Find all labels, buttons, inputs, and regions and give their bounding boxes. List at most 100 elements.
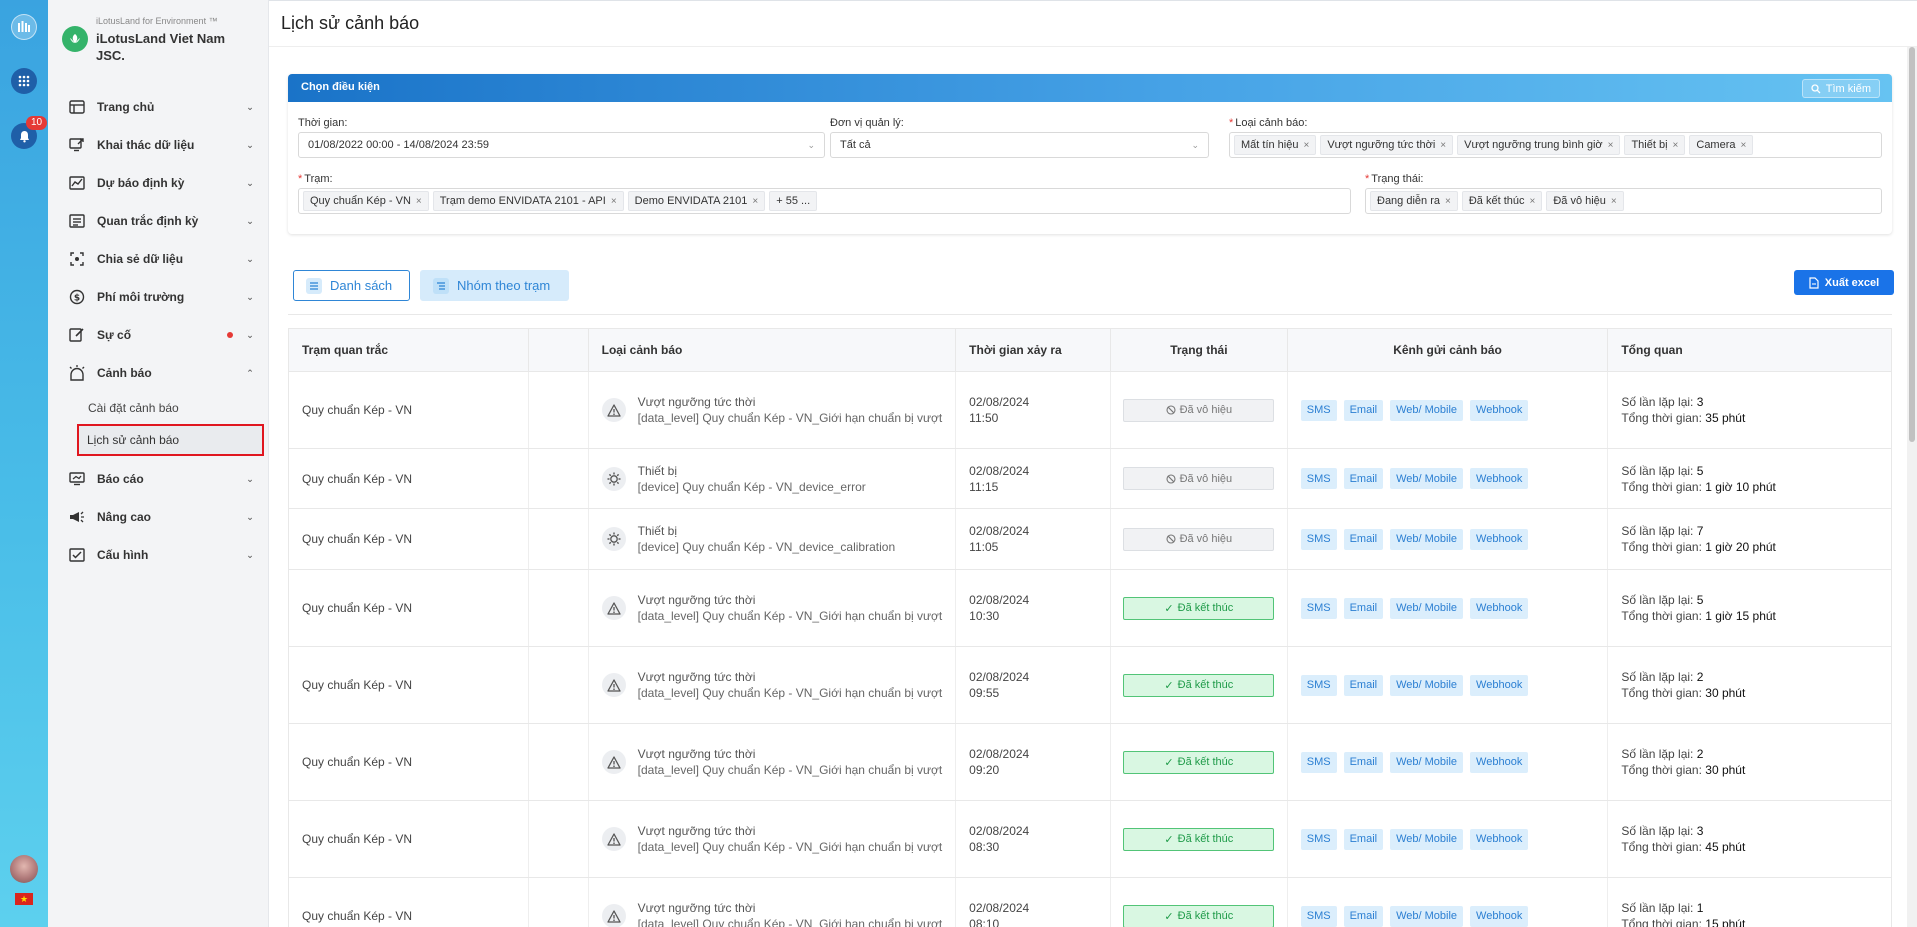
alert-type-tag[interactable]: Vượt ngưỡng trung bình giờ × xyxy=(1457,135,1621,155)
channel-tag[interactable]: Webhook xyxy=(1470,674,1529,696)
table-row[interactable]: Quy chuẩn Kép - VN Vượt ngưỡng tức thời [d… xyxy=(289,647,1891,724)
channel-tag[interactable]: Web/ Mobile xyxy=(1390,468,1464,489)
channel-tag[interactable]: Email xyxy=(1343,528,1384,550)
station-tag[interactable]: Trạm demo ENVIDATA 2101 - API × xyxy=(432,191,624,211)
alert-type-tag[interactable]: Thiết bị × xyxy=(1624,135,1686,155)
table-row[interactable]: Quy chuẩn Kép - VN Vượt ngưỡng tức thời [d… xyxy=(289,878,1891,927)
sidebar-item-incident[interactable]: Sự cố ⌄ xyxy=(48,316,269,354)
channel-tag[interactable]: Email xyxy=(1343,828,1384,850)
sidebar-item-environment-fee[interactable]: $ Phí môi trường ⌄ xyxy=(48,278,269,316)
close-icon[interactable]: × xyxy=(416,196,422,207)
channel-tag[interactable]: Web/ Mobile xyxy=(1390,751,1464,773)
channel-tag[interactable]: Email xyxy=(1343,399,1384,421)
occurred-date: 02/08/2024 xyxy=(969,463,1030,478)
language-flag-icon[interactable]: ★ xyxy=(15,893,33,905)
close-icon[interactable]: × xyxy=(1611,196,1617,207)
column-header[interactable]: Thời gian xảy ra xyxy=(956,329,1111,371)
alert-type-tag[interactable]: Camera × xyxy=(1689,135,1754,155)
channel-tag[interactable]: Webhook xyxy=(1470,597,1529,619)
station-multiselect[interactable]: Quy chuẩn Kép - VN × Trạm demo ENVIDATA 2… xyxy=(298,188,1351,214)
channel-tag[interactable]: Web/ Mobile xyxy=(1390,528,1464,550)
column-header[interactable]: Trạng thái xyxy=(1111,329,1288,371)
sidebar-item-config[interactable]: Cấu hình ⌄ xyxy=(48,536,269,574)
empty-cell xyxy=(529,509,589,569)
channel-tag[interactable]: Web/ Mobile xyxy=(1390,597,1464,619)
scrollbar-thumb[interactable] xyxy=(1909,47,1915,442)
table-row[interactable]: Quy chuẩn Kép - VN Vượt ngưỡng tức thời [d… xyxy=(289,570,1891,647)
status-multiselect[interactable]: Đang diễn ra × Đã kết thúc × Đã vô hiệu × xyxy=(1365,188,1882,214)
channel-tag[interactable]: Webhook xyxy=(1470,905,1529,927)
channel-tag[interactable]: Email xyxy=(1343,905,1384,927)
sidebar-item-home[interactable]: Trang chủ ⌄ xyxy=(48,88,269,126)
vertical-scrollbar[interactable] xyxy=(1907,47,1917,927)
column-header[interactable]: Kênh gửi cảnh báo xyxy=(1288,329,1609,371)
alert-type-tag[interactable]: Mất tín hiệu × xyxy=(1234,135,1317,155)
channel-tag[interactable]: SMS xyxy=(1300,828,1337,850)
table-row[interactable]: Quy chuẩn Kép - VN Thiết bị [device] Quy c… xyxy=(289,509,1891,570)
channel-tag[interactable]: Email xyxy=(1343,468,1384,489)
chevron-down-icon: ⌄ xyxy=(246,215,254,226)
channel-tag[interactable]: Email xyxy=(1343,751,1384,773)
close-icon[interactable]: × xyxy=(611,196,617,207)
channel-tag[interactable]: SMS xyxy=(1300,905,1337,927)
station-tag[interactable]: Demo ENVIDATA 2101 × xyxy=(627,191,766,211)
channel-tag[interactable]: SMS xyxy=(1300,468,1337,489)
close-icon[interactable]: × xyxy=(1440,140,1446,151)
app-logo-icon[interactable] xyxy=(11,14,37,40)
user-avatar[interactable] xyxy=(10,855,38,883)
channel-tag[interactable]: Email xyxy=(1343,674,1384,696)
channel-tag[interactable]: Webhook xyxy=(1470,528,1529,550)
time-range-picker[interactable]: 01/08/2022 00:00 - 14/08/2024 23:59 ⌄ xyxy=(298,132,825,158)
channel-tag[interactable]: Web/ Mobile xyxy=(1390,905,1464,927)
channel-tag[interactable]: Email xyxy=(1343,597,1384,619)
sidebar-subitem-alert-settings[interactable]: Cài đặt cảnh báo xyxy=(48,392,269,424)
list-view-button[interactable]: Danh sách xyxy=(293,270,410,301)
column-header[interactable]: Trạm quan trắc xyxy=(289,329,529,371)
sidebar-item-alerts[interactable]: Cảnh báo ⌃ xyxy=(48,354,269,392)
export-excel-button[interactable]: Xuất excel xyxy=(1794,270,1894,295)
unit-select[interactable]: Tất cả ⌄ xyxy=(830,132,1209,158)
channel-tag[interactable]: Web/ Mobile xyxy=(1390,399,1464,421)
channel-tag[interactable]: Webhook xyxy=(1470,468,1529,489)
sidebar-item-data-sharing[interactable]: Chia sẻ dữ liệu ⌄ xyxy=(48,240,269,278)
status-tag[interactable]: Đang diễn ra × xyxy=(1370,191,1458,211)
channel-tag[interactable]: Web/ Mobile xyxy=(1390,828,1464,850)
channel-tag[interactable]: SMS xyxy=(1300,597,1337,619)
channel-tag[interactable]: SMS xyxy=(1300,528,1337,550)
channel-tag[interactable]: Webhook xyxy=(1470,751,1529,773)
sidebar-item-reports[interactable]: Báo cáo ⌄ xyxy=(48,460,269,498)
channel-tag[interactable]: Webhook xyxy=(1470,828,1529,850)
alert-type-multiselect[interactable]: Mất tín hiệu × Vượt ngưỡng tức thời × Vượt… xyxy=(1229,132,1882,158)
table-row[interactable]: Quy chuẩn Kép - VN Vượt ngưỡng tức thời [d… xyxy=(289,372,1891,449)
table-row[interactable]: Quy chuẩn Kép - VN Thiết bị [device] Quy c… xyxy=(289,449,1891,509)
channel-tag[interactable]: Webhook xyxy=(1470,399,1529,421)
sidebar-item-periodic-monitoring[interactable]: Quan trắc định kỳ ⌄ xyxy=(48,202,269,240)
search-button[interactable]: Tìm kiếm xyxy=(1801,79,1880,98)
apps-grid-icon[interactable] xyxy=(11,68,37,94)
channel-tag[interactable]: SMS xyxy=(1300,751,1337,773)
status-tag[interactable]: Đã vô hiệu × xyxy=(1546,191,1624,211)
sidebar-item-forecast[interactable]: Dự báo định kỳ ⌄ xyxy=(48,164,269,202)
status-tag[interactable]: Đã kết thúc × xyxy=(1461,191,1543,211)
alert-type-tag[interactable]: Vượt ngưỡng tức thời × xyxy=(1320,135,1454,155)
close-icon[interactable]: × xyxy=(1445,196,1451,207)
close-icon[interactable]: × xyxy=(1673,140,1679,151)
sidebar-subitem-alert-history[interactable]: Lịch sử cảnh báo xyxy=(77,424,264,456)
table-row[interactable]: Quy chuẩn Kép - VN Vượt ngưỡng tức thời [d… xyxy=(289,724,1891,801)
sidebar-item-data-mining[interactable]: Khai thác dữ liệu ⌄ xyxy=(48,126,269,164)
column-header[interactable]: Loại cảnh báo xyxy=(589,329,957,371)
group-by-station-button[interactable]: Nhóm theo trạm xyxy=(420,270,569,301)
channel-tag[interactable]: SMS xyxy=(1300,674,1337,696)
station-more-tag[interactable]: + 55 ... xyxy=(769,191,818,211)
close-icon[interactable]: × xyxy=(1741,140,1747,151)
station-tag[interactable]: Quy chuẩn Kép - VN × xyxy=(303,191,429,211)
close-icon[interactable]: × xyxy=(1608,140,1614,151)
close-icon[interactable]: × xyxy=(752,196,758,207)
close-icon[interactable]: × xyxy=(1303,140,1309,151)
sidebar-item-advanced[interactable]: Nâng cao ⌄ xyxy=(48,498,269,536)
column-header[interactable]: Tổng quan xyxy=(1608,329,1891,371)
close-icon[interactable]: × xyxy=(1529,196,1535,207)
channel-tag[interactable]: Web/ Mobile xyxy=(1390,674,1464,696)
table-row[interactable]: Quy chuẩn Kép - VN Vượt ngưỡng tức thời [d… xyxy=(289,801,1891,878)
channel-tag[interactable]: SMS xyxy=(1300,399,1337,421)
